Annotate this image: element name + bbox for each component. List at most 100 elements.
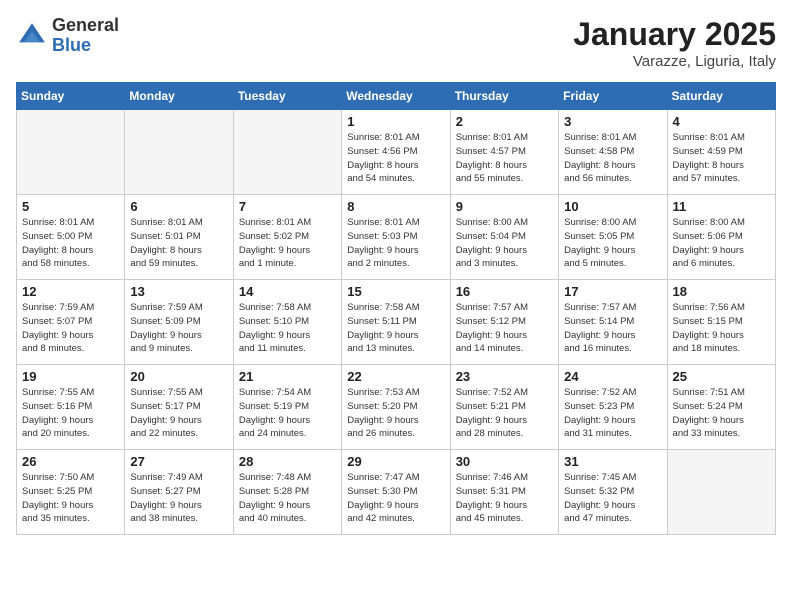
day-cell-8: 8 Sunrise: 8:01 AM Sunset: 5:03 PM Daylig…	[342, 195, 450, 280]
weekday-header-tuesday: Tuesday	[233, 83, 341, 110]
day-number-29: 29	[347, 454, 444, 469]
day-detail-15: Sunrise: 7:58 AM Sunset: 5:11 PM Dayligh…	[347, 301, 444, 356]
day-detail-2: Sunrise: 8:01 AM Sunset: 4:57 PM Dayligh…	[456, 131, 553, 186]
day-cell-17: 17 Sunrise: 7:57 AM Sunset: 5:14 PM Dayli…	[559, 280, 667, 365]
day-number-21: 21	[239, 369, 336, 384]
day-number-16: 16	[456, 284, 553, 299]
logo-text: General Blue	[52, 16, 119, 56]
day-detail-31: Sunrise: 7:45 AM Sunset: 5:32 PM Dayligh…	[564, 471, 661, 526]
day-detail-6: Sunrise: 8:01 AM Sunset: 5:01 PM Dayligh…	[130, 216, 227, 271]
day-detail-17: Sunrise: 7:57 AM Sunset: 5:14 PM Dayligh…	[564, 301, 661, 356]
day-number-10: 10	[564, 199, 661, 214]
day-cell-30: 30 Sunrise: 7:46 AM Sunset: 5:31 PM Dayli…	[450, 450, 558, 535]
day-cell-16: 16 Sunrise: 7:57 AM Sunset: 5:12 PM Dayli…	[450, 280, 558, 365]
empty-cell	[667, 450, 775, 535]
day-detail-25: Sunrise: 7:51 AM Sunset: 5:24 PM Dayligh…	[673, 386, 770, 441]
day-cell-20: 20 Sunrise: 7:55 AM Sunset: 5:17 PM Dayli…	[125, 365, 233, 450]
day-detail-4: Sunrise: 8:01 AM Sunset: 4:59 PM Dayligh…	[673, 131, 770, 186]
empty-cell	[17, 110, 125, 195]
day-detail-14: Sunrise: 7:58 AM Sunset: 5:10 PM Dayligh…	[239, 301, 336, 356]
week-row-1: 1 Sunrise: 8:01 AM Sunset: 4:56 PM Daylig…	[17, 110, 776, 195]
day-number-19: 19	[22, 369, 119, 384]
day-cell-1: 1 Sunrise: 8:01 AM Sunset: 4:56 PM Daylig…	[342, 110, 450, 195]
day-detail-27: Sunrise: 7:49 AM Sunset: 5:27 PM Dayligh…	[130, 471, 227, 526]
day-cell-27: 27 Sunrise: 7:49 AM Sunset: 5:27 PM Dayli…	[125, 450, 233, 535]
day-number-20: 20	[130, 369, 227, 384]
day-number-23: 23	[456, 369, 553, 384]
day-detail-18: Sunrise: 7:56 AM Sunset: 5:15 PM Dayligh…	[673, 301, 770, 356]
day-number-3: 3	[564, 114, 661, 129]
day-cell-25: 25 Sunrise: 7:51 AM Sunset: 5:24 PM Dayli…	[667, 365, 775, 450]
day-number-18: 18	[673, 284, 770, 299]
day-cell-10: 10 Sunrise: 8:00 AM Sunset: 5:05 PM Dayli…	[559, 195, 667, 280]
day-detail-10: Sunrise: 8:00 AM Sunset: 5:05 PM Dayligh…	[564, 216, 661, 271]
day-number-6: 6	[130, 199, 227, 214]
week-row-2: 5 Sunrise: 8:01 AM Sunset: 5:00 PM Daylig…	[17, 195, 776, 280]
day-detail-30: Sunrise: 7:46 AM Sunset: 5:31 PM Dayligh…	[456, 471, 553, 526]
week-row-5: 26Sunrise: 7:50 AM Sunset: 5:25 PM Dayli…	[17, 450, 776, 535]
day-cell-2: 2Sunrise: 8:01 AM Sunset: 4:57 PM Daylig…	[450, 110, 558, 195]
day-cell-9: 9Sunrise: 8:00 AM Sunset: 5:04 PM Daylig…	[450, 195, 558, 280]
day-number-11: 11	[673, 199, 770, 214]
day-cell-5: 5 Sunrise: 8:01 AM Sunset: 5:00 PM Daylig…	[17, 195, 125, 280]
day-number-12: 12	[22, 284, 119, 299]
week-row-4: 19 Sunrise: 7:55 AM Sunset: 5:16 PM Dayli…	[17, 365, 776, 450]
weekday-header-monday: Monday	[125, 83, 233, 110]
day-detail-16: Sunrise: 7:57 AM Sunset: 5:12 PM Dayligh…	[456, 301, 553, 356]
day-detail-8: Sunrise: 8:01 AM Sunset: 5:03 PM Dayligh…	[347, 216, 444, 271]
day-cell-14: 14 Sunrise: 7:58 AM Sunset: 5:10 PM Dayli…	[233, 280, 341, 365]
weekday-header-sunday: Sunday	[17, 83, 125, 110]
day-cell-15: 15Sunrise: 7:58 AM Sunset: 5:11 PM Dayli…	[342, 280, 450, 365]
day-number-8: 8	[347, 199, 444, 214]
day-number-13: 13	[130, 284, 227, 299]
logo-blue: Blue	[52, 36, 119, 56]
day-detail-22: Sunrise: 7:53 AM Sunset: 5:20 PM Dayligh…	[347, 386, 444, 441]
day-number-7: 7	[239, 199, 336, 214]
weekday-header-row: SundayMondayTuesdayWednesdayThursdayFrid…	[17, 83, 776, 110]
week-row-3: 12 Sunrise: 7:59 AM Sunset: 5:07 PM Dayli…	[17, 280, 776, 365]
day-cell-23: 23 Sunrise: 7:52 AM Sunset: 5:21 PM Dayli…	[450, 365, 558, 450]
empty-cell	[125, 110, 233, 195]
day-number-17: 17	[564, 284, 661, 299]
day-cell-29: 29 Sunrise: 7:47 AM Sunset: 5:30 PM Dayli…	[342, 450, 450, 535]
day-detail-23: Sunrise: 7:52 AM Sunset: 5:21 PM Dayligh…	[456, 386, 553, 441]
empty-cell	[233, 110, 341, 195]
month-title: January 2025	[573, 16, 776, 53]
day-cell-7: 7 Sunrise: 8:01 AM Sunset: 5:02 PM Daylig…	[233, 195, 341, 280]
logo-icon	[16, 20, 48, 52]
day-cell-12: 12 Sunrise: 7:59 AM Sunset: 5:07 PM Dayli…	[17, 280, 125, 365]
day-detail-19: Sunrise: 7:55 AM Sunset: 5:16 PM Dayligh…	[22, 386, 119, 441]
day-detail-13: Sunrise: 7:59 AM Sunset: 5:09 PM Dayligh…	[130, 301, 227, 356]
day-detail-12: Sunrise: 7:59 AM Sunset: 5:07 PM Dayligh…	[22, 301, 119, 356]
day-detail-24: Sunrise: 7:52 AM Sunset: 5:23 PM Dayligh…	[564, 386, 661, 441]
day-detail-1: Sunrise: 8:01 AM Sunset: 4:56 PM Dayligh…	[347, 131, 444, 186]
day-detail-11: Sunrise: 8:00 AM Sunset: 5:06 PM Dayligh…	[673, 216, 770, 271]
day-cell-24: 24Sunrise: 7:52 AM Sunset: 5:23 PM Dayli…	[559, 365, 667, 450]
day-detail-26: Sunrise: 7:50 AM Sunset: 5:25 PM Dayligh…	[22, 471, 119, 526]
logo-general: General	[52, 16, 119, 36]
day-number-28: 28	[239, 454, 336, 469]
day-cell-13: 13 Sunrise: 7:59 AM Sunset: 5:09 PM Dayli…	[125, 280, 233, 365]
day-cell-3: 3 Sunrise: 8:01 AM Sunset: 4:58 PM Daylig…	[559, 110, 667, 195]
day-number-30: 30	[456, 454, 553, 469]
day-detail-29: Sunrise: 7:47 AM Sunset: 5:30 PM Dayligh…	[347, 471, 444, 526]
page-header: General Blue January 2025 Varazze, Ligur…	[16, 16, 776, 70]
day-number-22: 22	[347, 369, 444, 384]
day-number-27: 27	[130, 454, 227, 469]
day-cell-19: 19 Sunrise: 7:55 AM Sunset: 5:16 PM Dayli…	[17, 365, 125, 450]
logo: General Blue	[16, 16, 119, 56]
day-detail-7: Sunrise: 8:01 AM Sunset: 5:02 PM Dayligh…	[239, 216, 336, 271]
day-number-5: 5	[22, 199, 119, 214]
day-number-4: 4	[673, 114, 770, 129]
day-cell-18: 18 Sunrise: 7:56 AM Sunset: 5:15 PM Dayli…	[667, 280, 775, 365]
day-detail-3: Sunrise: 8:01 AM Sunset: 4:58 PM Dayligh…	[564, 131, 661, 186]
day-number-25: 25	[673, 369, 770, 384]
day-detail-21: Sunrise: 7:54 AM Sunset: 5:19 PM Dayligh…	[239, 386, 336, 441]
day-number-1: 1	[347, 114, 444, 129]
day-detail-20: Sunrise: 7:55 AM Sunset: 5:17 PM Dayligh…	[130, 386, 227, 441]
day-number-14: 14	[239, 284, 336, 299]
day-detail-5: Sunrise: 8:01 AM Sunset: 5:00 PM Dayligh…	[22, 216, 119, 271]
day-number-31: 31	[564, 454, 661, 469]
location: Varazze, Liguria, Italy	[573, 53, 776, 70]
day-cell-11: 11 Sunrise: 8:00 AM Sunset: 5:06 PM Dayli…	[667, 195, 775, 280]
